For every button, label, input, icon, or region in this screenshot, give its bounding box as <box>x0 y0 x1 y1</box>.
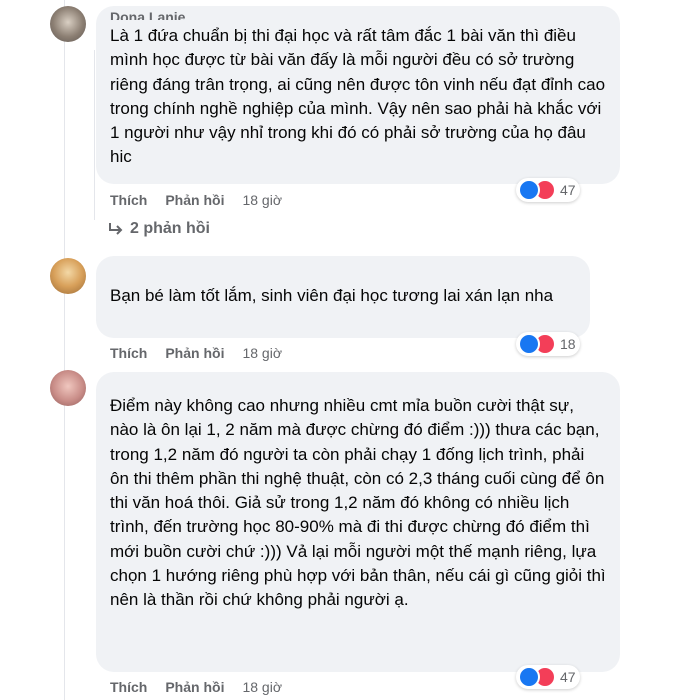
comment-time[interactable]: 18 giờ <box>242 679 282 695</box>
comment-text: Bạn bé làm tốt lắm, sinh viên đại học tư… <box>110 286 554 305</box>
comment-time[interactable]: 18 giờ <box>242 192 282 208</box>
thread-line <box>94 50 95 220</box>
comment-bubble: Bạn bé làm tốt lắm, sinh viên đại học tư… <box>96 256 590 338</box>
comment-author[interactable]: Dona Lanie <box>110 10 606 20</box>
like-button[interactable]: Thích <box>110 679 147 695</box>
reaction-count: 18 <box>560 336 576 352</box>
like-button[interactable]: Thích <box>110 345 147 361</box>
left-frame-line <box>64 0 65 700</box>
comment-time[interactable]: 18 giờ <box>242 345 282 361</box>
reply-button[interactable]: Phản hồi <box>165 679 224 695</box>
comment-text: Điểm này không cao nhưng nhiều cmt mỉa b… <box>110 396 606 610</box>
reply-button[interactable]: Phản hồi <box>165 192 224 208</box>
avatar[interactable] <box>50 370 86 406</box>
like-button[interactable]: Thích <box>110 192 147 208</box>
like-icon <box>518 179 540 201</box>
like-icon <box>518 666 540 688</box>
reaction-count: 47 <box>560 182 576 198</box>
comment-text: Là 1 đứa chuẩn bị thi đại học và rất tâm… <box>110 26 606 167</box>
comment-actions: Thích Phản hồi 18 giờ <box>110 679 282 695</box>
comment-bubble: Điểm này không cao nhưng nhiều cmt mỉa b… <box>96 372 620 672</box>
comment-actions: Thích Phản hồi 18 giờ <box>110 345 282 361</box>
avatar[interactable] <box>50 6 86 42</box>
reply-button[interactable]: Phản hồi <box>165 345 224 361</box>
reaction-summary[interactable]: 47 <box>516 665 580 689</box>
comment-actions: Thích Phản hồi 18 giờ <box>110 192 282 208</box>
like-icon <box>518 333 540 355</box>
reaction-count: 47 <box>560 669 576 685</box>
reply-arrow-icon <box>109 223 123 235</box>
reaction-summary[interactable]: 47 <box>516 178 580 202</box>
comment-bubble: Dona Lanie Là 1 đứa chuẩn bị thi đại học… <box>96 6 620 184</box>
view-replies-button[interactable]: 2 phản hồi <box>108 220 210 238</box>
replies-label: 2 phản hồi <box>130 220 210 237</box>
reaction-summary[interactable]: 18 <box>516 332 580 356</box>
avatar[interactable] <box>50 258 86 294</box>
